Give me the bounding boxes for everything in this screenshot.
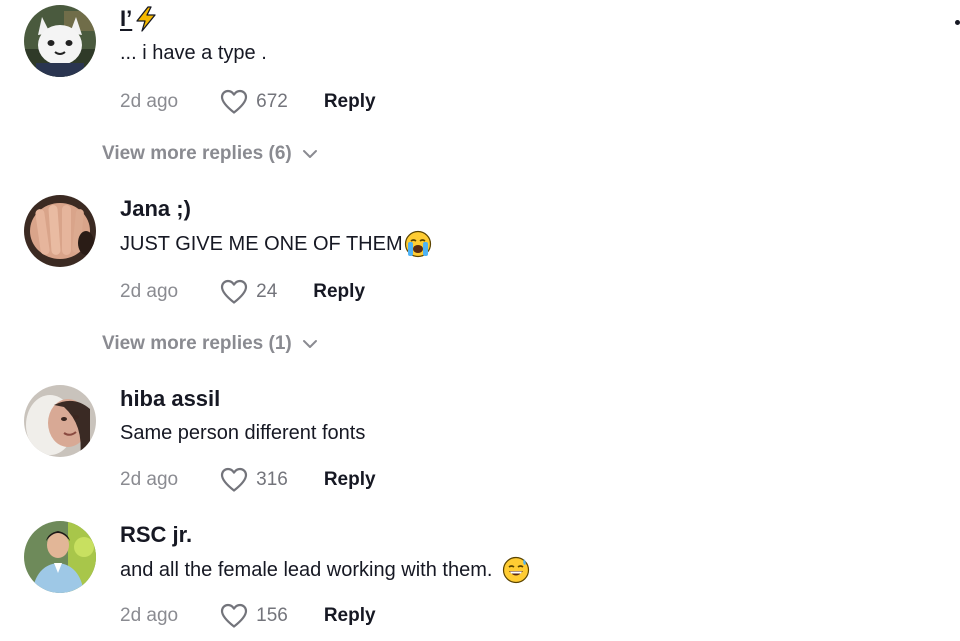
username[interactable]: hiba assil bbox=[120, 385, 365, 413]
comment-meta: 2d ago 24 Reply bbox=[120, 279, 365, 305]
man-outdoor-photo-avatar bbox=[24, 521, 96, 593]
more-options-dot[interactable] bbox=[955, 20, 960, 25]
comment-text: Same person different fonts bbox=[120, 422, 366, 444]
heart-outline-icon bbox=[221, 467, 248, 492]
comment-text-row: JUST GIVE ME ONE OF THEM bbox=[120, 230, 432, 258]
username[interactable]: RSC jr. bbox=[120, 521, 530, 549]
chevron-down-icon bbox=[302, 150, 317, 158]
heart-outline-icon bbox=[221, 89, 248, 114]
comment-date: 2d ago bbox=[120, 469, 179, 490]
reply-button[interactable]: Reply bbox=[324, 605, 376, 627]
avatar[interactable] bbox=[24, 195, 96, 267]
view-more-replies-button[interactable]: View more replies (1) bbox=[102, 333, 318, 355]
comment-date: 2d ago bbox=[120, 281, 179, 302]
white-cat-cartoon-avatar bbox=[24, 5, 96, 77]
username[interactable]: Jana ;) bbox=[120, 195, 432, 223]
avatar[interactable] bbox=[24, 5, 96, 77]
hand-photo-avatar bbox=[24, 195, 96, 267]
reply-button[interactable]: Reply bbox=[313, 281, 365, 303]
comment-text: ... i have a type . bbox=[120, 42, 267, 64]
comment-meta: 2d ago 672 Reply bbox=[120, 89, 376, 115]
username-text[interactable]: I’ bbox=[120, 5, 132, 33]
like-count: 316 bbox=[256, 469, 288, 490]
comment-text: JUST GIVE ME ONE OF THEM bbox=[120, 233, 403, 255]
loudly-crying-face-icon bbox=[404, 230, 431, 258]
view-more-label: View more replies (6) bbox=[102, 143, 292, 164]
view-more-label: View more replies (1) bbox=[102, 333, 292, 354]
reply-button[interactable]: Reply bbox=[324, 469, 376, 491]
comment-body: RSC jr. and all the female lead working … bbox=[120, 521, 530, 584]
lightning-bolt-icon bbox=[136, 6, 156, 32]
comment-meta: 2d ago 156 Reply bbox=[120, 603, 376, 629]
heart-outline-icon bbox=[221, 279, 248, 304]
avatar[interactable] bbox=[24, 521, 96, 593]
like-count: 156 bbox=[256, 605, 288, 626]
face-photo-avatar bbox=[24, 385, 96, 457]
comment-date: 2d ago bbox=[120, 91, 179, 112]
comment-body: I’ ... i have a type . bbox=[120, 5, 267, 66]
grinning-face-with-sweat-icon bbox=[503, 556, 530, 584]
like-count: 24 bbox=[256, 281, 278, 302]
heart-outline-icon bbox=[221, 603, 248, 628]
comment-text-row: and all the female lead working with the… bbox=[120, 556, 530, 584]
like-button[interactable]: 156 bbox=[220, 603, 288, 629]
username[interactable]: I’ bbox=[120, 5, 267, 33]
comment-date: 2d ago bbox=[120, 605, 179, 626]
comment-text: and all the female lead working with the… bbox=[120, 559, 493, 581]
comment-meta: 2d ago 316 Reply bbox=[120, 467, 376, 493]
comment-body: hiba assil Same person different fonts bbox=[120, 385, 365, 446]
comment-body: Jana ;) JUST GIVE ME ONE OF THEM bbox=[120, 195, 432, 258]
view-more-replies-button[interactable]: View more replies (6) bbox=[102, 143, 318, 165]
avatar[interactable] bbox=[24, 385, 96, 457]
like-button[interactable]: 672 bbox=[220, 89, 288, 115]
reply-button[interactable]: Reply bbox=[324, 91, 376, 113]
like-count: 672 bbox=[256, 91, 288, 112]
like-button[interactable]: 316 bbox=[220, 467, 288, 493]
chevron-down-icon bbox=[302, 340, 317, 348]
like-button[interactable]: 24 bbox=[220, 279, 277, 305]
